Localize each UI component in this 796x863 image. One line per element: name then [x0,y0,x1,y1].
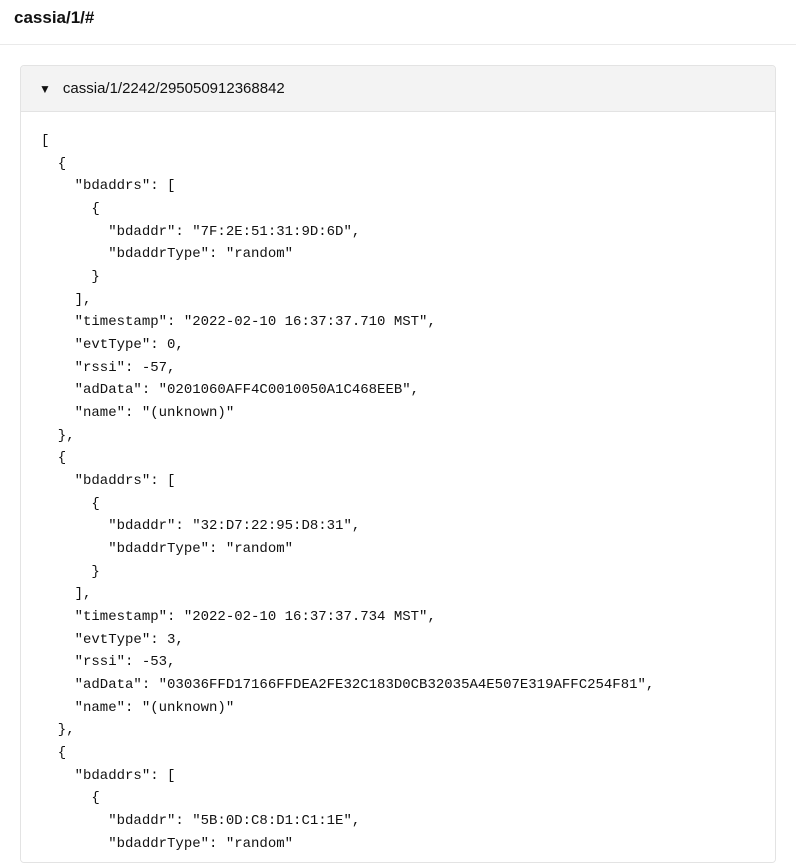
caret-down-icon: ▼ [39,83,51,95]
message-panel: ▼ cassia/1/2242/295050912368842 [ { "bda… [20,65,776,863]
json-payload: [ { "bdaddrs": [ { "bdaddr": "7F:2E:51:3… [25,130,771,856]
page-header: cassia/1/# [0,0,796,38]
panel-toggle[interactable]: ▼ cassia/1/2242/295050912368842 [21,66,775,112]
panel-body: [ { "bdaddrs": [ { "bdaddr": "7F:2E:51:3… [21,112,775,862]
content-area: ▼ cassia/1/2242/295050912368842 [ { "bda… [0,45,796,863]
page-title: cassia/1/# [14,8,782,28]
panel-topic: cassia/1/2242/295050912368842 [63,80,285,97]
